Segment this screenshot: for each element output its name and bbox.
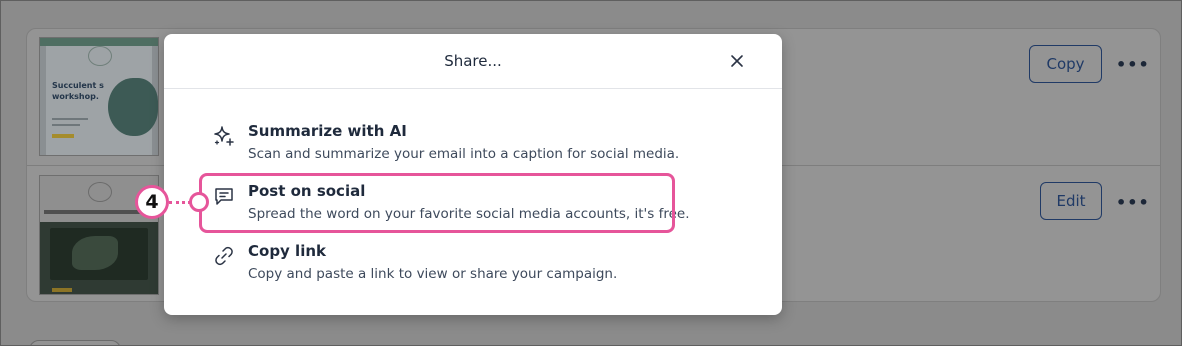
thumbnail-text-line	[52, 118, 88, 120]
callout-connector	[169, 201, 191, 204]
modal-title: Share...	[444, 52, 502, 70]
close-icon	[731, 55, 743, 67]
close-button[interactable]	[726, 50, 748, 72]
option-description: Scan and summarize your email into a cap…	[248, 146, 680, 162]
thumbnail-headline: Succulent s workshop.	[52, 81, 104, 101]
bottom-button[interactable]	[29, 340, 121, 345]
email-thumbnail-1[interactable]: Succulent s workshop.	[39, 37, 159, 156]
link-icon	[215, 246, 233, 266]
thumbnail-button	[52, 134, 74, 138]
thumbnail-logo	[88, 182, 112, 202]
option-title: Summarize with AI	[248, 122, 407, 140]
more-horizontal-icon[interactable]: •••	[1116, 57, 1149, 73]
modal-header: Share...	[164, 34, 782, 89]
highlight-box	[199, 173, 675, 233]
app-frame: Succulent s workshop. Copy ••• Edit ••• …	[0, 0, 1182, 346]
thumbnail-border	[40, 38, 158, 46]
option-title: Copy link	[248, 242, 326, 260]
option-description: Copy and paste a link to view or share y…	[248, 266, 618, 282]
thumbnail-button	[52, 288, 72, 292]
thumbnail-leaf-image	[108, 78, 158, 136]
edit-button[interactable]: Edit	[1040, 182, 1102, 220]
sparkle-icon	[214, 126, 234, 146]
option-summarize-ai[interactable]: Summarize with AI Scan and summarize you…	[208, 120, 728, 170]
more-horizontal-icon[interactable]: •••	[1116, 195, 1149, 211]
step-number-badge: 4	[135, 185, 169, 219]
thumbnail-logo	[88, 46, 112, 66]
callout-connector-dot	[189, 192, 209, 212]
option-copy-link[interactable]: Copy link Copy and paste a link to view …	[208, 240, 728, 290]
thumbnail-text-line	[52, 124, 80, 126]
copy-button[interactable]: Copy	[1029, 45, 1102, 83]
thumbnail-photo	[50, 228, 148, 280]
